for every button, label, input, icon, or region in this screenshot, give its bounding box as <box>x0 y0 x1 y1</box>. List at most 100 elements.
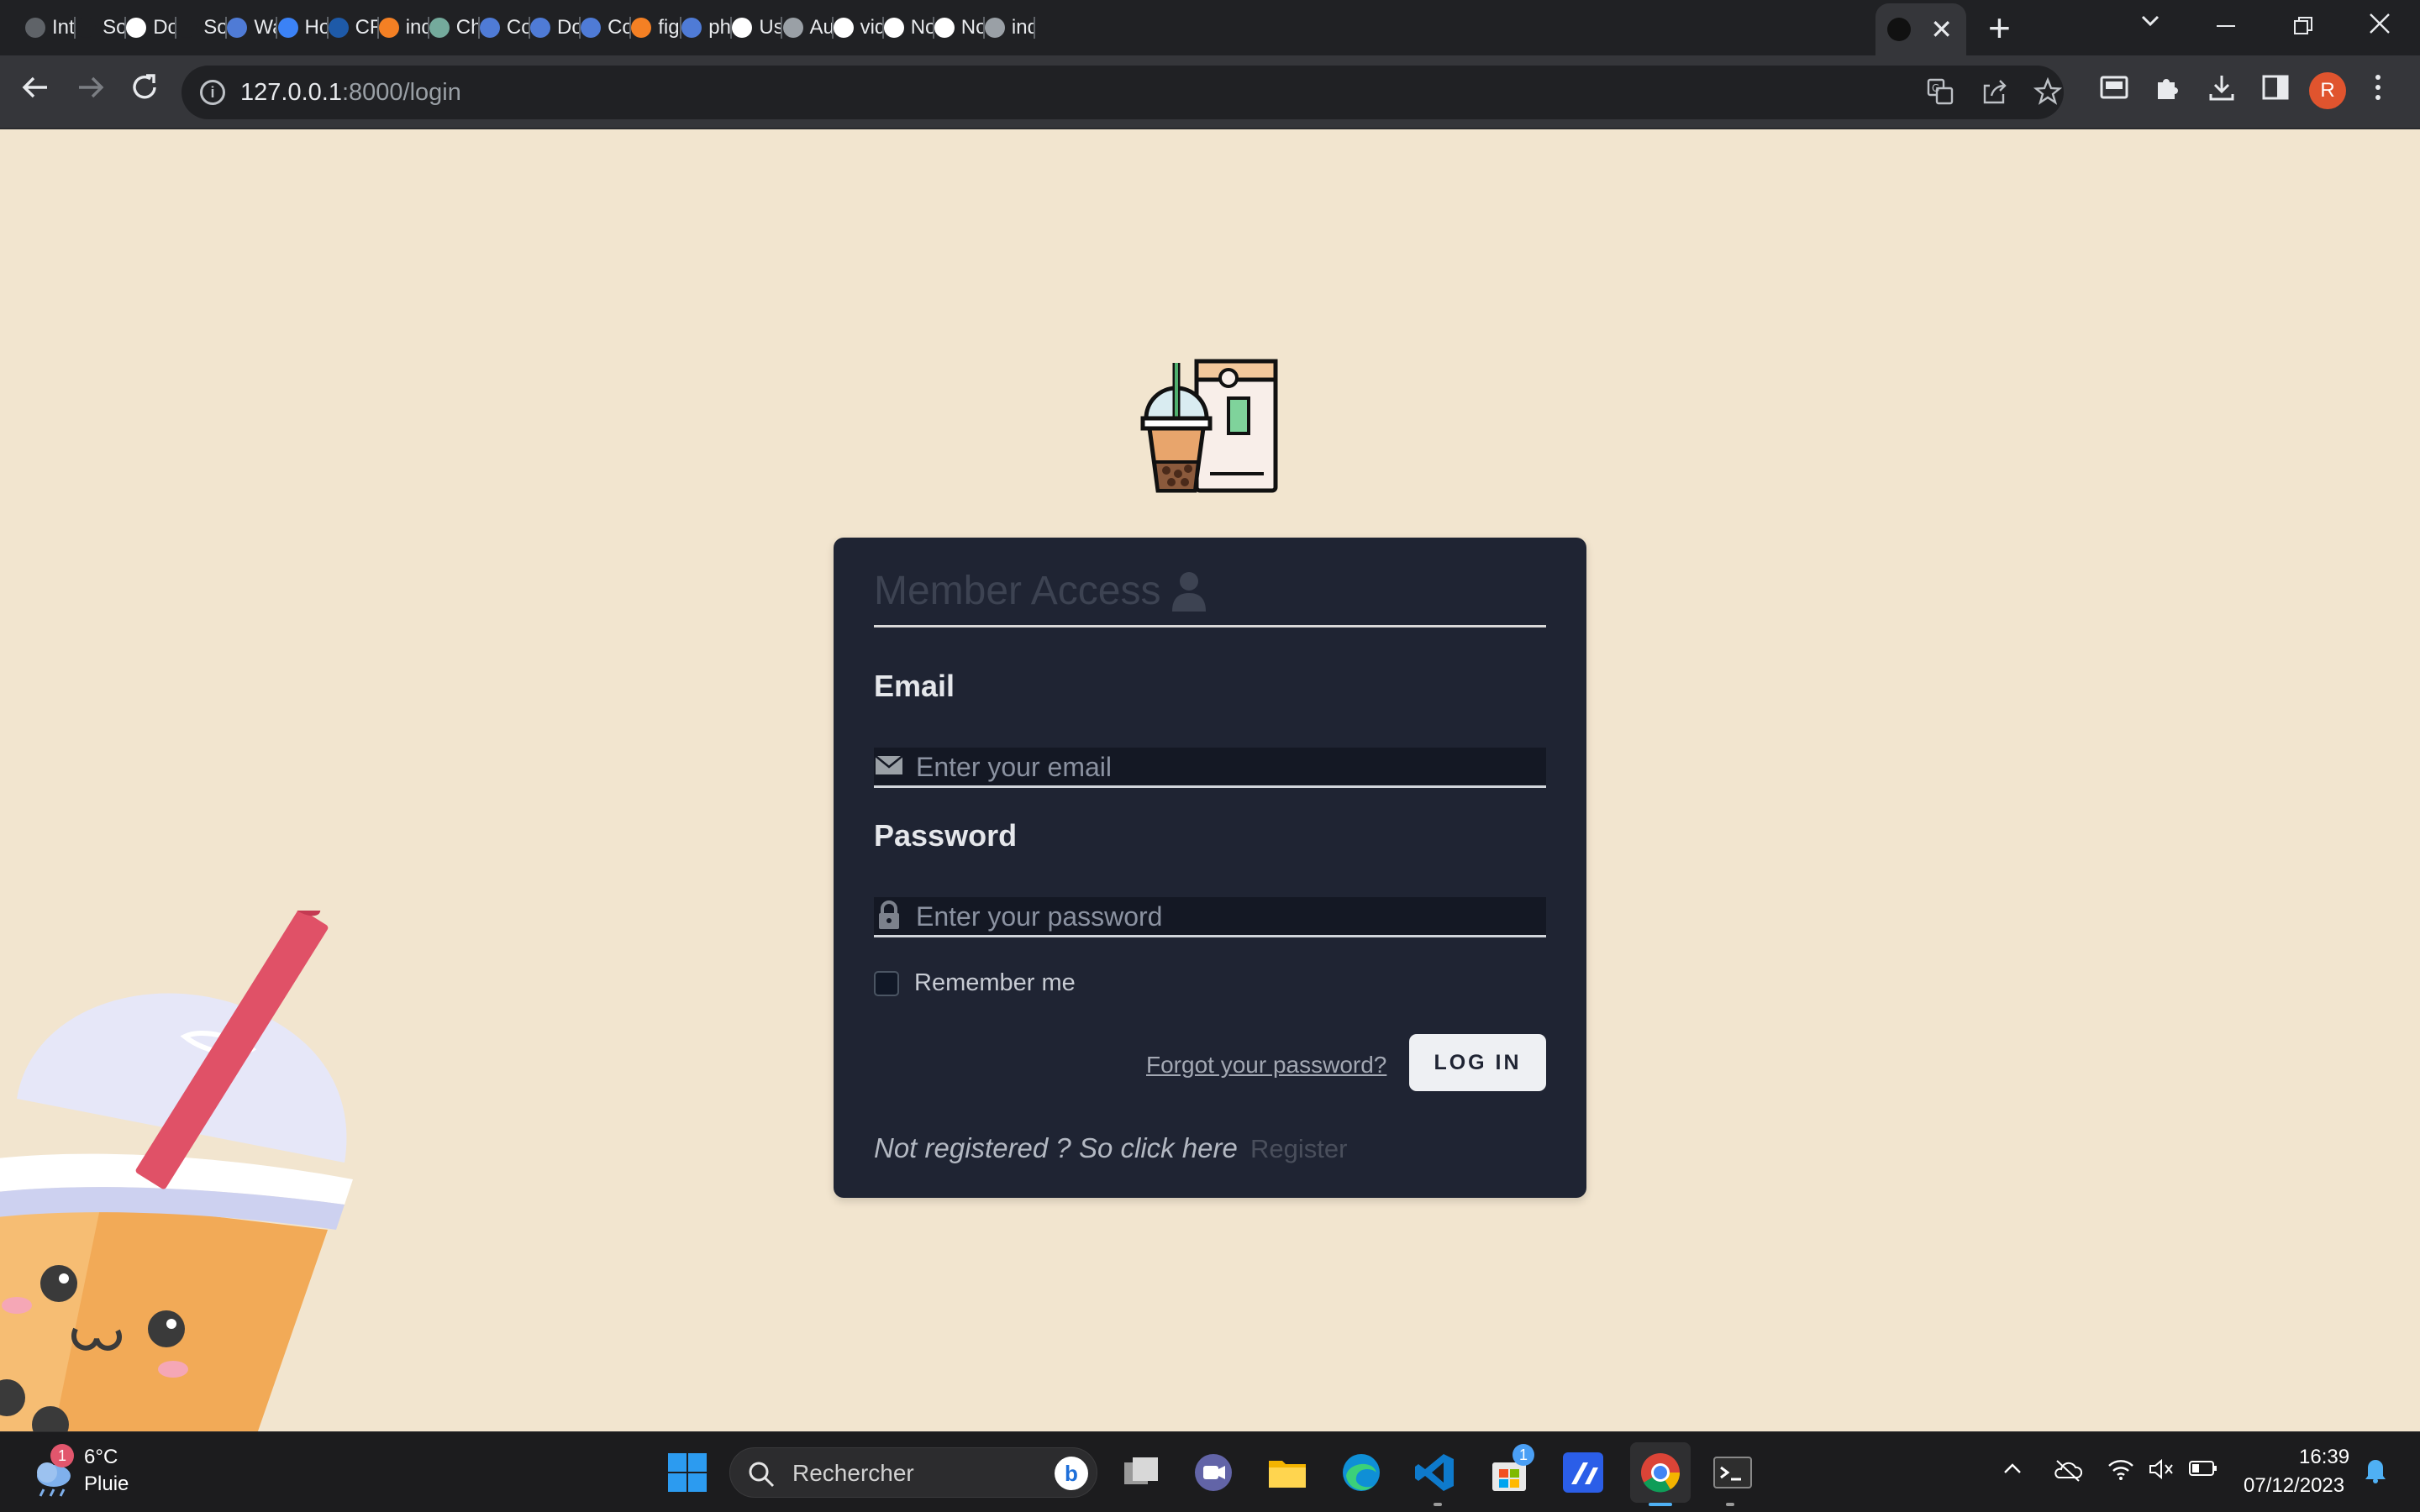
terminal-icon[interactable] <box>1711 1451 1754 1494</box>
onedrive-sync-off-icon[interactable] <box>2054 1457 2082 1483</box>
url-text[interactable]: 127.0.0.1:8000/login <box>240 79 461 107</box>
tab-favicon-icon <box>782 18 803 38</box>
browser-tab[interactable]: Ch <box>429 7 480 49</box>
back-button[interactable] <box>18 71 52 113</box>
browser-tab[interactable]: No <box>934 7 985 49</box>
tab-title: No <box>910 16 934 39</box>
browser-tab[interactable]: Co <box>479 7 530 49</box>
bing-icon[interactable]: b <box>1055 1457 1088 1490</box>
task-view-icon[interactable] <box>1119 1451 1163 1494</box>
address-bar[interactable]: i 127.0.0.1:8000/login G <box>182 66 2064 119</box>
browser-tab[interactable]: Co <box>581 7 632 49</box>
share-icon[interactable] <box>1980 77 2008 113</box>
tab-favicon-icon <box>934 18 955 38</box>
password-field[interactable] <box>874 897 1546 937</box>
battery-icon[interactable] <box>2188 1457 2218 1479</box>
power-automate-icon[interactable] <box>1561 1451 1605 1494</box>
site-info-icon[interactable]: i <box>200 80 225 105</box>
tab-favicon-icon <box>25 18 45 38</box>
tab-title: ph <box>708 16 731 39</box>
browser-tab[interactable]: Do <box>126 7 177 49</box>
vscode-icon[interactable] <box>1413 1451 1457 1494</box>
user-icon <box>1172 571 1207 612</box>
taskbar-search[interactable]: Rechercher b <box>729 1447 1097 1498</box>
browser-tab[interactable]: Ho <box>277 7 329 49</box>
file-explorer-icon[interactable] <box>1265 1451 1309 1494</box>
vscode-running-indicator <box>1434 1503 1442 1506</box>
tab-title: Ho <box>304 16 329 39</box>
restore-button[interactable] <box>2292 12 2314 45</box>
close-tab-icon[interactable]: ✕ <box>1930 13 1953 45</box>
login-page: Member Access Email Password <box>0 129 2420 1431</box>
tab-favicon-icon <box>429 18 450 38</box>
search-placeholder: Rechercher <box>792 1460 914 1486</box>
login-button[interactable]: LOG IN <box>1409 1034 1546 1091</box>
tab-favicon-icon <box>581 18 602 38</box>
url-host: 127.0.0.1 <box>240 79 342 106</box>
browser-tab[interactable]: No <box>883 7 934 49</box>
downloads-icon[interactable] <box>2207 72 2237 110</box>
volume-muted-icon[interactable] <box>2148 1457 2175 1481</box>
menu-kebab-icon[interactable] <box>2370 72 2386 110</box>
minimize-button[interactable] <box>2215 12 2237 45</box>
windows-start-icon[interactable] <box>666 1451 709 1494</box>
weather-temperature[interactable]: 6°C <box>84 1446 118 1469</box>
tab-favicon-icon <box>530 18 550 38</box>
tab-title: ind <box>1011 16 1035 39</box>
wifi-icon[interactable] <box>2107 1457 2134 1481</box>
tab-favicon-icon <box>681 18 702 38</box>
browser-tab[interactable]: Wa <box>227 7 278 49</box>
browser-tab[interactable]: Sou <box>76 7 127 49</box>
weather-description[interactable]: Pluie <box>84 1473 129 1496</box>
tab-title: Sou <box>203 16 228 39</box>
browser-tab[interactable]: Inti <box>25 7 76 49</box>
notification-bell-icon[interactable] <box>2363 1456 2388 1484</box>
tab-title: ind <box>405 16 429 39</box>
not-registered-text: Not registered ? So click here <box>874 1132 1238 1163</box>
active-tab[interactable]: ✕ <box>1876 3 1966 55</box>
email-input[interactable] <box>916 748 1538 786</box>
clock-time[interactable]: 16:39 <box>2299 1446 2349 1469</box>
profile-avatar[interactable]: R <box>2309 72 2346 109</box>
reading-mode-icon[interactable] <box>2099 72 2129 110</box>
password-input[interactable] <box>916 897 1538 936</box>
tab-favicon-icon <box>227 18 248 38</box>
tab-title: CR <box>355 16 379 39</box>
email-field[interactable] <box>874 748 1546 788</box>
browser-tab[interactable]: Usi <box>732 7 783 49</box>
close-window-button[interactable] <box>2368 10 2391 43</box>
new-tab-button[interactable]: + <box>1988 8 2011 47</box>
browser-tab[interactable]: ph <box>681 7 733 49</box>
extensions-icon[interactable] <box>2153 72 2183 110</box>
forgot-password-link[interactable]: Forgot your password? <box>1146 1052 1386 1079</box>
side-panel-icon[interactable] <box>2260 72 2291 110</box>
remember-me-checkbox[interactable] <box>874 970 899 996</box>
teams-chat-icon[interactable] <box>1192 1451 1235 1494</box>
member-access-heading: Member Access <box>874 569 1161 613</box>
edge-browser-icon[interactable] <box>1339 1451 1383 1494</box>
tab-search-chevron-icon[interactable] <box>2138 8 2163 41</box>
tab-title: Ch <box>455 16 480 39</box>
tab-title: vid <box>860 16 884 39</box>
browser-tab[interactable]: fig <box>631 7 682 49</box>
tab-favicon-icon <box>1887 18 1911 41</box>
svg-text:G: G <box>1932 82 1939 94</box>
store-badge: 1 <box>1512 1444 1534 1466</box>
show-hidden-icons-chevron-icon[interactable] <box>2002 1457 2023 1479</box>
browser-tab[interactable]: ind <box>378 7 429 49</box>
forward-button[interactable] <box>74 71 108 113</box>
clock-date[interactable]: 07/12/2023 <box>2244 1474 2344 1498</box>
browser-tab[interactable]: CR <box>328 7 379 49</box>
bookmark-star-icon[interactable] <box>2033 76 2063 113</box>
browser-tab[interactable]: Sou <box>176 7 228 49</box>
browser-tab[interactable]: Do <box>530 7 581 49</box>
reload-button[interactable] <box>128 71 161 113</box>
translate-icon[interactable]: G <box>1926 77 1954 113</box>
register-link[interactable]: Register <box>1250 1134 1347 1164</box>
tab-separator <box>1033 17 1035 39</box>
browser-tab[interactable]: vid <box>833 7 884 49</box>
browser-tab[interactable]: Au <box>782 7 834 49</box>
browser-tab[interactable]: ind <box>984 7 1035 49</box>
chrome-icon[interactable] <box>1639 1451 1682 1494</box>
remember-me-label[interactable]: Remember me <box>914 969 1076 997</box>
